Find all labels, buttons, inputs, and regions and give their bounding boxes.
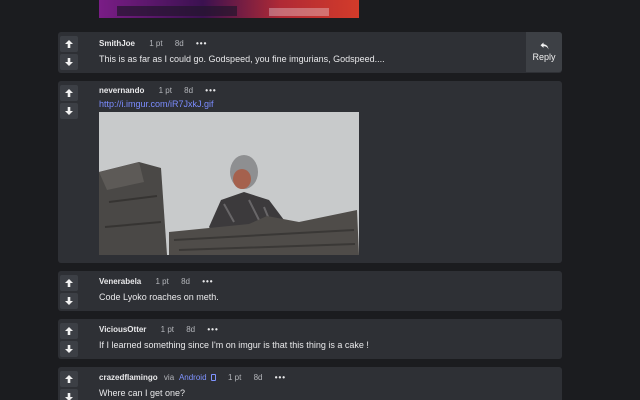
via-label: via [163, 373, 175, 382]
points-count: 1 pt [227, 373, 242, 382]
comment-body: ViciousOtter 1 pt 8d ••• If I learned so… [99, 324, 522, 350]
comment-item: SmithJoe 1 pt 8d ••• This is as far as I… [58, 32, 562, 73]
embedded-gif-image[interactable] [99, 112, 359, 255]
arrow-up-icon [65, 89, 73, 97]
more-options-button[interactable]: ••• [196, 39, 207, 48]
comment-item: Venerabela 1 pt 8d ••• Code Lyoko roache… [58, 271, 562, 311]
arrow-down-icon [65, 297, 73, 305]
arrow-up-icon [65, 279, 73, 287]
upvote-button[interactable] [60, 371, 78, 387]
platform-link[interactable]: Android [179, 373, 207, 382]
upvote-button[interactable] [60, 36, 78, 52]
upvote-button[interactable] [60, 85, 78, 101]
comment-text: This is as far as I could go. Godspeed, … [99, 54, 385, 64]
vote-controls [60, 369, 82, 400]
downvote-button[interactable] [60, 103, 78, 119]
more-options-button[interactable]: ••• [207, 325, 218, 334]
points-count: 1 pt [149, 39, 163, 48]
vote-controls [60, 321, 82, 359]
more-options-button[interactable]: ••• [205, 86, 216, 95]
arrow-up-icon [65, 327, 73, 335]
comment-age: 8d [181, 277, 190, 286]
comment-text: If I learned something since I'm on imgu… [99, 340, 369, 350]
gif-link[interactable]: http://i.imgur.com/iR7JxkJ.gif [99, 99, 522, 109]
upvote-button[interactable] [60, 275, 78, 291]
vote-controls [60, 83, 82, 121]
upvote-button[interactable] [60, 323, 78, 339]
arrow-down-icon [65, 345, 73, 353]
comment-text: Code Lyoko roaches on meth. [99, 292, 219, 302]
vote-controls [60, 273, 82, 311]
author-link[interactable]: Venerabela [99, 277, 141, 286]
comment-age: 8d [253, 373, 263, 382]
comment-age: 8d [174, 39, 184, 48]
comment-age: 8d [184, 86, 194, 95]
comment-thread-page: SmithJoe 1 pt 8d ••• This is as far as I… [0, 0, 640, 400]
author-link[interactable]: nevernando [99, 86, 144, 95]
comment-meta: Venerabela 1 pt 8d ••• [99, 276, 522, 288]
reply-icon [540, 42, 548, 50]
vote-controls [60, 34, 82, 72]
comment-meta: nevernando 1 pt 8d ••• [99, 85, 522, 97]
author-link[interactable]: ViciousOtter [99, 325, 146, 334]
castle-guard-picture [99, 112, 359, 255]
previous-comment-image [99, 0, 359, 18]
comment-body: crazedflamingo via Android 1 pt 8d ••• W… [99, 372, 522, 398]
downvote-button[interactable] [60, 389, 78, 400]
comment-meta: crazedflamingo via Android 1 pt 8d ••• [99, 372, 522, 384]
author-link[interactable]: crazedflamingo [99, 373, 158, 382]
points-count: 1 pt [160, 325, 174, 334]
comment-body: nevernando 1 pt 8d ••• http://i.imgur.co… [99, 85, 522, 109]
author-link[interactable]: SmithJoe [99, 39, 135, 48]
reply-label: Reply [532, 52, 556, 62]
comment-age: 8d [186, 325, 196, 334]
comment-item: nevernando 1 pt 8d ••• http://i.imgur.co… [58, 81, 562, 263]
reply-button[interactable]: Reply [526, 32, 562, 72]
phone-icon [210, 374, 216, 381]
arrow-down-icon [65, 393, 73, 400]
downvote-button[interactable] [60, 341, 78, 357]
comment-meta: SmithJoe 1 pt 8d ••• [99, 38, 522, 50]
downvote-button[interactable] [60, 293, 78, 309]
more-options-button[interactable]: ••• [202, 277, 213, 286]
arrow-up-icon [65, 40, 73, 48]
comment-body: Venerabela 1 pt 8d ••• Code Lyoko roache… [99, 276, 522, 302]
comment-item: crazedflamingo via Android 1 pt 8d ••• W… [58, 367, 562, 400]
downvote-button[interactable] [60, 54, 78, 70]
comment-item: ViciousOtter 1 pt 8d ••• If I learned so… [58, 319, 562, 359]
arrow-up-icon [65, 375, 73, 383]
arrow-down-icon [65, 107, 73, 115]
points-count: 1 pt [158, 86, 172, 95]
more-options-button[interactable]: ••• [275, 373, 286, 382]
arrow-down-icon [65, 58, 73, 66]
comment-text: Where can I get one? [99, 388, 186, 398]
points-count: 1 pt [155, 277, 169, 286]
comment-meta: ViciousOtter 1 pt 8d ••• [99, 324, 522, 336]
comment-body: SmithJoe 1 pt 8d ••• This is as far as I… [99, 38, 522, 64]
